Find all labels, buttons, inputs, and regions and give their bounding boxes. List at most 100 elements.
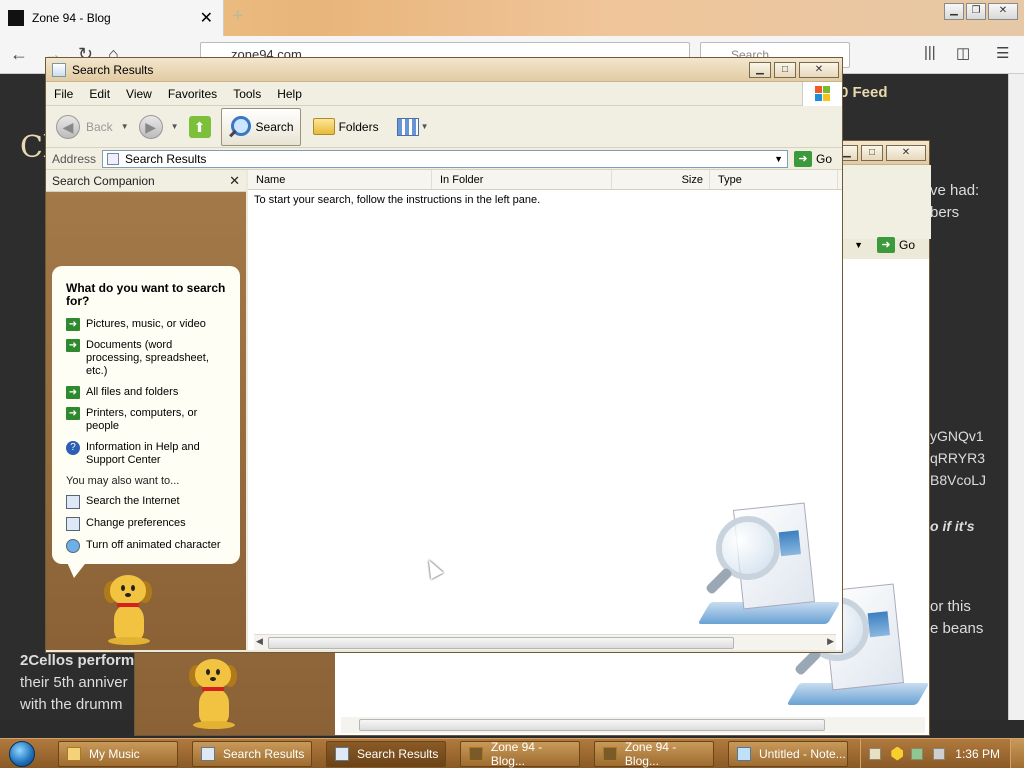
window-title: Search Results — [72, 62, 154, 77]
page-snippet: bers — [930, 204, 960, 221]
security-shield-icon[interactable] — [891, 746, 904, 761]
bg-maximize-button[interactable]: □ — [861, 144, 883, 161]
menu-view[interactable]: View — [118, 87, 160, 101]
bg-address-dropdown-icon[interactable]: ▼ — [854, 240, 863, 250]
back-button-label[interactable]: Back — [86, 120, 113, 134]
scroll-left-icon[interactable]: ◀ — [256, 636, 263, 647]
menu-bar: File Edit View Favorites Tools Help — [46, 82, 842, 106]
option-help-support[interactable]: ? Information in Help and Support Center — [66, 441, 230, 467]
maximize-button[interactable]: □ — [774, 61, 796, 78]
column-type[interactable]: Type — [710, 170, 838, 189]
volume-icon[interactable] — [933, 747, 946, 760]
search-companion-title: Search Companion — [52, 173, 155, 188]
menu-tools[interactable]: Tools — [225, 87, 269, 101]
keyboard-icon[interactable] — [869, 747, 882, 760]
close-tab-icon[interactable]: ✕ — [200, 8, 213, 28]
column-in-folder[interactable]: In Folder — [432, 170, 612, 189]
close-button[interactable]: ✕ — [799, 61, 839, 78]
clock[interactable]: 1:36 PM — [955, 747, 1000, 761]
option-change-preferences[interactable]: Change preferences — [66, 517, 230, 531]
scroll-right-icon[interactable]: ▶ — [827, 636, 834, 647]
address-field[interactable]: Search Results ▼ — [102, 149, 788, 168]
search-magnifier-illustration-icon — [697, 502, 841, 636]
up-folder-icon[interactable]: ⬆ — [188, 115, 211, 138]
search-options-bubble: What do you want to search for? ➜ Picture… — [52, 266, 240, 564]
folders-button-label[interactable]: Folders — [339, 120, 379, 134]
close-window-button[interactable]: ✕ — [988, 3, 1018, 20]
taskbar-item-notepad[interactable]: Untitled - Note... — [728, 740, 848, 767]
back-arrow-icon[interactable]: ← — [10, 44, 28, 65]
library-icon[interactable]: ||| — [924, 44, 936, 61]
menu-help[interactable]: Help — [269, 87, 310, 101]
search-question: What do you want to search for? — [66, 281, 226, 308]
menu-file[interactable]: File — [46, 87, 81, 101]
option-search-internet[interactable]: Search the Internet — [66, 495, 230, 509]
page-snippet: ve had: — [930, 182, 980, 199]
back-arrow-icon[interactable]: ◀ — [56, 114, 80, 139]
folders-icon[interactable] — [312, 118, 335, 135]
internet-search-icon — [66, 495, 80, 509]
menu-edit[interactable]: Edit — [81, 87, 118, 101]
browser-tab[interactable]: Zone 94 - Blog ✕ — [0, 0, 224, 36]
taskbar-item-zone94-blog-2[interactable]: Zone 94 - Blog... — [594, 740, 714, 768]
search-icon — [228, 115, 252, 139]
results-hscrollbar[interactable]: ◀ ▶ — [254, 634, 836, 650]
option-pictures-music-video[interactable]: ➜ Pictures, music, or video — [66, 318, 230, 331]
close-pane-icon[interactable]: ✕ — [229, 173, 240, 189]
bg-hscrollbar[interactable] — [341, 717, 925, 733]
search-toolbar-button[interactable]: Search — [220, 107, 301, 146]
scroll-thumb[interactable] — [268, 637, 734, 649]
search-results-window[interactable]: Search Results ▁ □ ✕ File Edit View Favo… — [45, 57, 843, 653]
article-line: their 5th anniver — [20, 674, 128, 691]
menu-hamburger-icon[interactable]: ☰ — [996, 44, 1009, 62]
show-desktop-button[interactable] — [1010, 739, 1024, 768]
site-favicon-icon — [8, 10, 24, 26]
search-companion-header: Search Companion ✕ — [46, 170, 246, 192]
article-line[interactable]: 2Cellos perform — [20, 652, 135, 669]
search-dog-icon[interactable] — [185, 659, 241, 729]
also-want-label: You may also want to... — [66, 475, 180, 487]
window-title-bar[interactable]: Search Results ▁ □ ✕ — [46, 58, 842, 82]
column-size[interactable]: Size — [612, 170, 710, 189]
menu-favorites[interactable]: Favorites — [160, 87, 225, 101]
views-dropdown-icon[interactable]: ▼ — [421, 122, 429, 131]
help-icon: ? — [66, 441, 80, 455]
search-companion-pane: Search Companion ✕ What do you want to s… — [46, 170, 246, 650]
go-button-label[interactable]: Go — [816, 152, 832, 166]
bg-address-go[interactable]: ▼ ➜ Go — [854, 237, 925, 253]
option-all-files-folders[interactable]: ➜ All files and folders — [66, 386, 230, 399]
search-window-icon — [201, 746, 215, 761]
page-snippet: o if it's — [930, 518, 975, 534]
page-scrollbar[interactable] — [1008, 74, 1024, 720]
browser-icon — [603, 746, 617, 761]
taskbar-item-search-results[interactable]: Search Results — [192, 740, 312, 767]
option-printers-computers-people[interactable]: ➜ Printers, computers, or people — [66, 407, 230, 433]
address-dropdown-icon[interactable]: ▼ — [774, 154, 783, 164]
option-turn-off-character[interactable]: Turn off animated character — [66, 539, 230, 553]
minimize-button[interactable]: ▁ — [749, 61, 771, 78]
new-tab-icon[interactable]: + — [232, 5, 244, 28]
standard-toolbar: ◀ Back ▼ ▶ ▼ ⬆ Search Folders ▼ — [46, 106, 842, 148]
forward-arrow-icon[interactable]: ▶ — [138, 114, 163, 139]
back-dropdown-icon[interactable]: ▼ — [121, 122, 129, 131]
restore-button[interactable]: ❐ — [966, 3, 986, 20]
taskbar-item-zone94-blog[interactable]: Zone 94 - Blog... — [460, 740, 580, 768]
search-button-label: Search — [255, 119, 294, 134]
network-icon[interactable] — [911, 747, 924, 760]
page-feed-link[interactable]: 0 Feed — [840, 84, 888, 101]
go-arrow-icon[interactable]: ➜ — [793, 150, 812, 167]
taskbar-item-my-music[interactable]: My Music — [58, 740, 178, 767]
option-documents[interactable]: ➜ Documents (word processing, spreadsheet… — [66, 339, 230, 378]
bg-close-button[interactable]: ✕ — [886, 144, 926, 161]
search-dog-icon[interactable] — [100, 575, 156, 645]
sidebar-icon[interactable]: ◫ — [956, 44, 970, 62]
results-column-headers: Name In Folder Size Type — [248, 170, 842, 190]
folder-icon — [67, 746, 81, 761]
start-button[interactable] — [0, 739, 44, 768]
views-icon[interactable] — [396, 117, 419, 136]
green-arrow-icon: ➜ — [66, 318, 80, 331]
forward-dropdown-icon[interactable]: ▼ — [171, 122, 179, 131]
minimize-button[interactable]: ▁ — [944, 3, 964, 20]
taskbar-item-search-results-active[interactable]: Search Results — [326, 740, 446, 767]
column-name[interactable]: Name — [248, 170, 432, 189]
